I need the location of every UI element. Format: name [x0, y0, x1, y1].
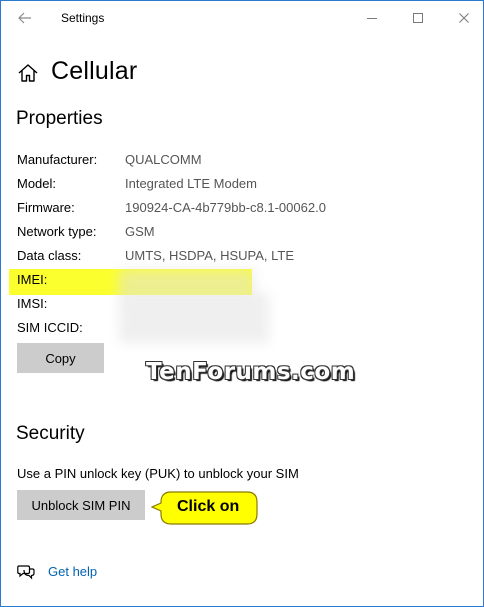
back-arrow-icon [18, 12, 31, 24]
property-row-firmware: Firmware: 190924-CA-4b779bb-c8.1-00062.0 [17, 199, 477, 223]
property-label: IMEI: [17, 272, 48, 287]
close-button[interactable] [441, 5, 483, 31]
property-row-imei: IMEI: [17, 271, 477, 295]
property-row-model: Model: Integrated LTE Modem [17, 175, 477, 199]
property-row-imsi: IMSI: [17, 295, 477, 319]
minimize-icon [367, 18, 377, 19]
security-description: Use a PIN unlock key (PUK) to unblock yo… [17, 466, 299, 481]
callout-text: Click on [177, 498, 240, 515]
copy-button[interactable]: Copy [17, 343, 104, 373]
settings-window: Settings Cellular Properties Manufacture… [0, 0, 484, 607]
property-label: IMSI: [17, 296, 48, 311]
watermark: TenForums.com [146, 359, 356, 385]
property-row-sim-iccid: SIM ICCID: [17, 319, 477, 343]
minimize-button[interactable] [349, 5, 395, 31]
unblock-sim-pin-button[interactable]: Unblock SIM PIN [17, 490, 145, 520]
window-title: Settings [61, 11, 105, 25]
get-help-link[interactable]: Get help [48, 564, 97, 579]
back-button[interactable] [13, 7, 37, 29]
property-label: Manufacturer: [17, 152, 98, 167]
maximize-button[interactable] [395, 5, 441, 31]
property-label: Firmware: [17, 200, 75, 215]
property-label: Data class: [17, 248, 82, 263]
home-icon[interactable] [17, 62, 39, 84]
get-help-icon [17, 565, 35, 580]
title-bar: Settings [1, 1, 483, 35]
property-row-data-class: Data class: UMTS, HSDPA, HSUPA, LTE [17, 247, 477, 271]
property-label: SIM ICCID: [17, 320, 83, 335]
property-row-manufacturer: Manufacturer: QUALCOMM [17, 151, 477, 175]
property-label: Model: [17, 176, 57, 191]
property-value: 190924-CA-4b779bb-c8.1-00062.0 [125, 200, 326, 215]
property-label: Network type: [17, 224, 97, 239]
page-title: Cellular [51, 57, 138, 85]
property-row-network-type: Network type: GSM [17, 223, 477, 247]
properties-heading: Properties [16, 108, 103, 129]
maximize-icon [413, 13, 423, 23]
property-value: QUALCOMM [125, 152, 202, 167]
property-value: UMTS, HSDPA, HSUPA, LTE [125, 248, 295, 263]
close-icon [459, 13, 469, 23]
property-value: GSM [125, 224, 155, 239]
property-value: Integrated LTE Modem [125, 176, 257, 191]
properties-list: Manufacturer: QUALCOMM Model: Integrated… [17, 151, 477, 343]
security-heading: Security [16, 423, 85, 444]
